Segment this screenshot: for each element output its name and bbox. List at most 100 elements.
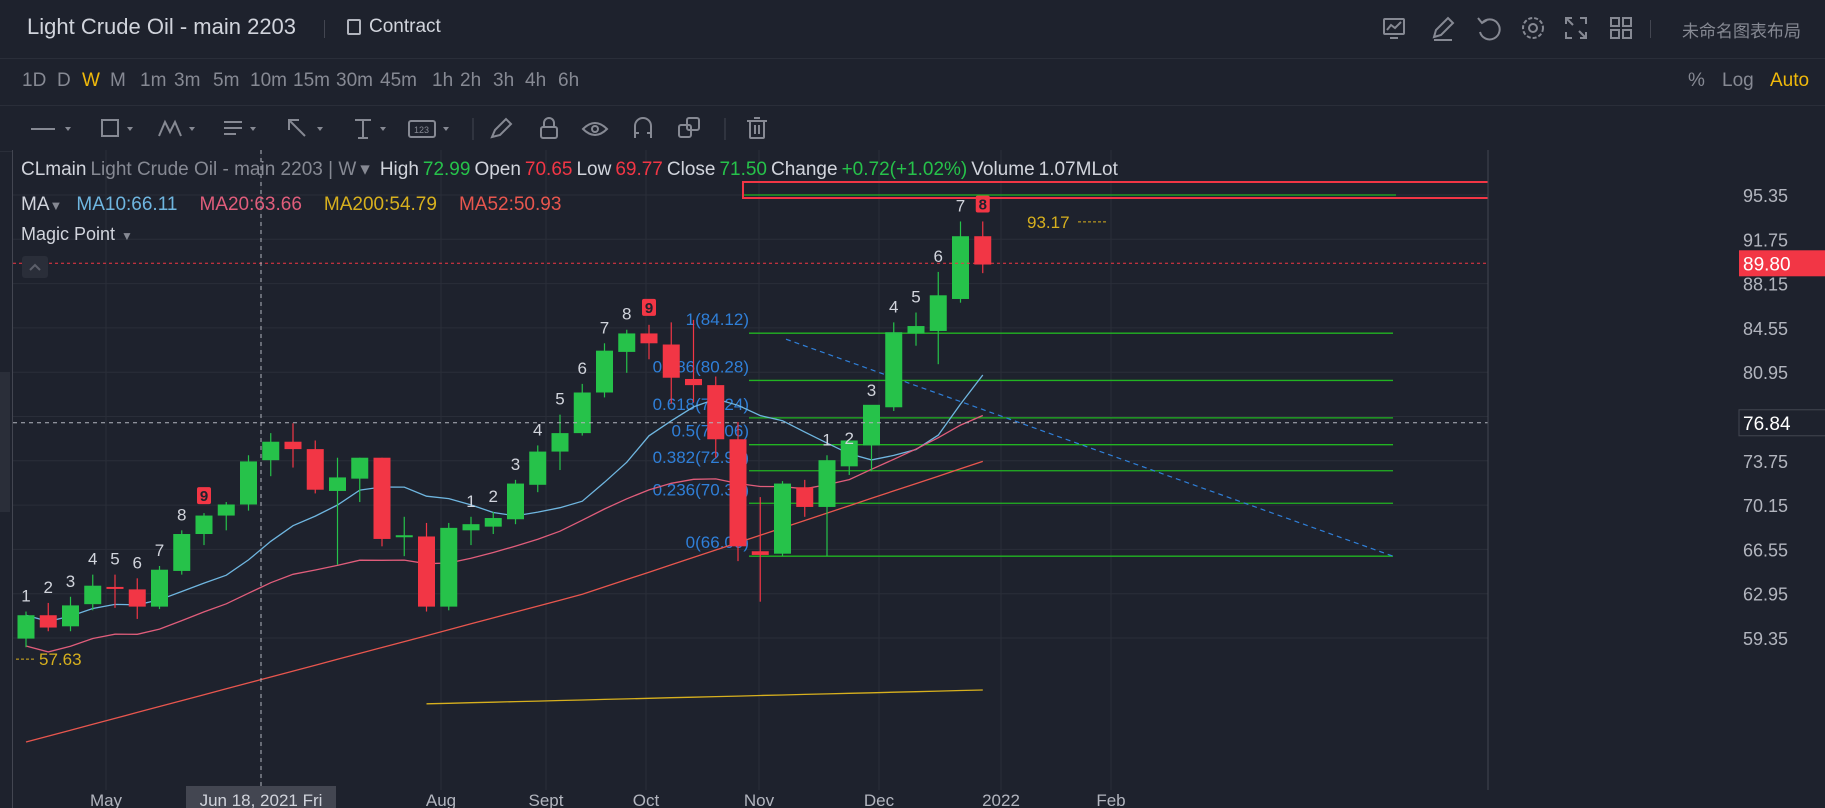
legend-name[interactable]: Light Crude Oil - main 2203 | W xyxy=(90,159,356,180)
ma-label[interactable]: MA xyxy=(21,194,50,215)
magic-count-label: 1 xyxy=(21,587,30,606)
ma52-value: MA52:50.93 xyxy=(458,194,562,215)
magic-point-indicator[interactable]: Magic Point ▼ xyxy=(21,224,133,245)
candle-body xyxy=(173,534,191,571)
timeframe-1h[interactable]: 1h xyxy=(432,70,453,92)
change-value: +0.72(+1.02%) xyxy=(841,159,968,180)
eye-icon[interactable] xyxy=(581,122,609,136)
fibonacci-retracement[interactable]: 1(84.12)0.786(80.28)0.618(77.24)0.5(75.0… xyxy=(653,310,1394,557)
price-tick-label: 91.75 xyxy=(1743,230,1788,250)
draw-icon[interactable] xyxy=(1432,16,1455,41)
candle-body xyxy=(484,518,502,527)
timeframe-W[interactable]: W xyxy=(82,70,100,92)
layout-name[interactable]: 未命名图表布局 xyxy=(1682,17,1801,42)
top-bar: Light Crude Oil - main 2203 Contract 未命名… xyxy=(0,0,1825,56)
text-tool-icon[interactable] xyxy=(224,121,256,135)
candle-body xyxy=(351,457,369,479)
magic-count-label: 7 xyxy=(600,318,609,337)
magic-point-dropdown-icon[interactable]: ▼ xyxy=(121,229,133,243)
candle-body xyxy=(62,605,79,627)
low-annotation: 57.63 xyxy=(39,650,82,669)
timeframe-10m[interactable]: 10m xyxy=(250,70,287,92)
candle-body xyxy=(151,569,168,607)
candle-body xyxy=(39,615,57,628)
ma-dropdown-icon[interactable]: ▼ xyxy=(50,198,63,213)
magic-count-label: 3 xyxy=(66,572,75,591)
timeframe-4h[interactable]: 4h xyxy=(525,70,546,92)
magic-count-label: 9 xyxy=(200,488,208,505)
magic-point-counts: 1 2 34 5 6789 1 2345678 91 234567 8 xyxy=(21,195,990,606)
candle-body xyxy=(17,615,35,639)
timeframe-6h[interactable]: 6h xyxy=(558,70,579,92)
timeframe-5m[interactable]: 5m xyxy=(213,70,239,92)
settings-icon[interactable] xyxy=(1522,17,1544,39)
candle-body xyxy=(106,586,124,589)
high-label: High xyxy=(379,159,419,180)
open-label: Open xyxy=(474,159,521,180)
trash-icon[interactable] xyxy=(747,117,767,139)
candle-body xyxy=(84,585,102,605)
candle-body xyxy=(240,461,257,505)
arrow-tool-icon[interactable] xyxy=(288,119,323,137)
magic-count-label: 6 xyxy=(578,359,587,378)
price-axis[interactable]: 95.3591.7588.1584.5580.9577.3573.7570.15… xyxy=(1487,150,1825,808)
pattern-tool-icon[interactable] xyxy=(158,119,195,137)
high-annotation: 93.17 xyxy=(1027,213,1070,232)
timeframe-30m[interactable]: 30m xyxy=(336,70,373,92)
side-panel-toggle[interactable] xyxy=(0,372,10,512)
contract-button[interactable]: Contract xyxy=(347,16,441,38)
low-label: Low xyxy=(576,159,612,180)
candle-body xyxy=(596,350,613,393)
timeframe-M[interactable]: M xyxy=(110,70,126,92)
candle-body xyxy=(662,344,680,378)
auto-scale-toggle[interactable]: Auto xyxy=(1770,70,1809,92)
time-tick-label: Feb xyxy=(1096,791,1125,808)
close-value: 71.50 xyxy=(719,159,767,180)
lock-icon[interactable] xyxy=(540,117,558,139)
chart-area[interactable]: 1(84.12)0.786(80.28)0.618(77.24)0.5(75.0… xyxy=(12,150,1825,808)
timeframe-D[interactable]: D xyxy=(57,70,71,92)
drawing-toolbar: 123 xyxy=(0,105,1825,152)
log-scale-toggle[interactable]: Log xyxy=(1722,70,1754,92)
timeframe-1D[interactable]: 1D xyxy=(22,70,46,92)
legend-dropdown-icon[interactable]: ▾ xyxy=(360,159,370,180)
time-axis[interactable]: May Jun 18, 2021 Fri Aug Sept Oct Nov Dec 2022 F… xyxy=(90,786,1126,808)
fullscreen-icon[interactable] xyxy=(1565,17,1587,39)
ohlc-legend: CLmain Light Crude Oil - main 2203 | W ▾ Hi… xyxy=(21,158,1122,181)
timeframe-3m[interactable]: 3m xyxy=(174,70,200,92)
collapse-legend-button[interactable] xyxy=(22,256,48,278)
ma20-line xyxy=(25,414,984,653)
brush-icon[interactable] xyxy=(490,117,513,139)
measure-tool-icon[interactable] xyxy=(355,119,386,139)
price-chart[interactable]: 1(84.12)0.786(80.28)0.618(77.24)0.5(75.0… xyxy=(13,150,1825,808)
percent-scale-toggle[interactable]: % xyxy=(1688,70,1705,92)
low-value: 69.77 xyxy=(615,159,663,180)
label-tool-icon[interactable]: 123 xyxy=(408,120,449,138)
timeframe-1m[interactable]: 1m xyxy=(140,70,166,92)
magnet-icon[interactable] xyxy=(634,117,652,138)
candle-body xyxy=(529,451,547,485)
volume-label: Volume xyxy=(971,159,1035,180)
symbol-title[interactable]: Light Crude Oil - main 2203 xyxy=(27,14,296,40)
rectangle-tool-icon[interactable] xyxy=(101,119,133,137)
price-tick-label: 80.95 xyxy=(1743,363,1788,383)
volume-value: 1.07MLot xyxy=(1038,159,1118,180)
candle-body xyxy=(818,460,836,507)
timeframe-2h[interactable]: 2h xyxy=(460,70,481,92)
layout-grid-icon[interactable] xyxy=(1610,17,1632,39)
time-tick-label: Nov xyxy=(744,791,775,808)
line-tool-icon[interactable] xyxy=(31,127,71,131)
undo-icon[interactable] xyxy=(1477,17,1501,41)
timeframe-3h[interactable]: 3h xyxy=(493,70,514,92)
fib-level-label: 1(84.12) xyxy=(686,310,749,329)
candle-body xyxy=(974,236,992,265)
copy-icon[interactable] xyxy=(678,117,700,138)
current-price-tag: 89.80 xyxy=(1743,254,1791,275)
timeframe-45m[interactable]: 45m xyxy=(380,70,417,92)
divider xyxy=(1650,20,1651,38)
time-tick-label: Aug xyxy=(426,791,456,808)
timeframe-15m[interactable]: 15m xyxy=(293,70,330,92)
indicator-icon[interactable] xyxy=(1383,18,1405,39)
legend-symbol[interactable]: CLmain xyxy=(21,159,86,180)
candle-body xyxy=(573,392,591,434)
